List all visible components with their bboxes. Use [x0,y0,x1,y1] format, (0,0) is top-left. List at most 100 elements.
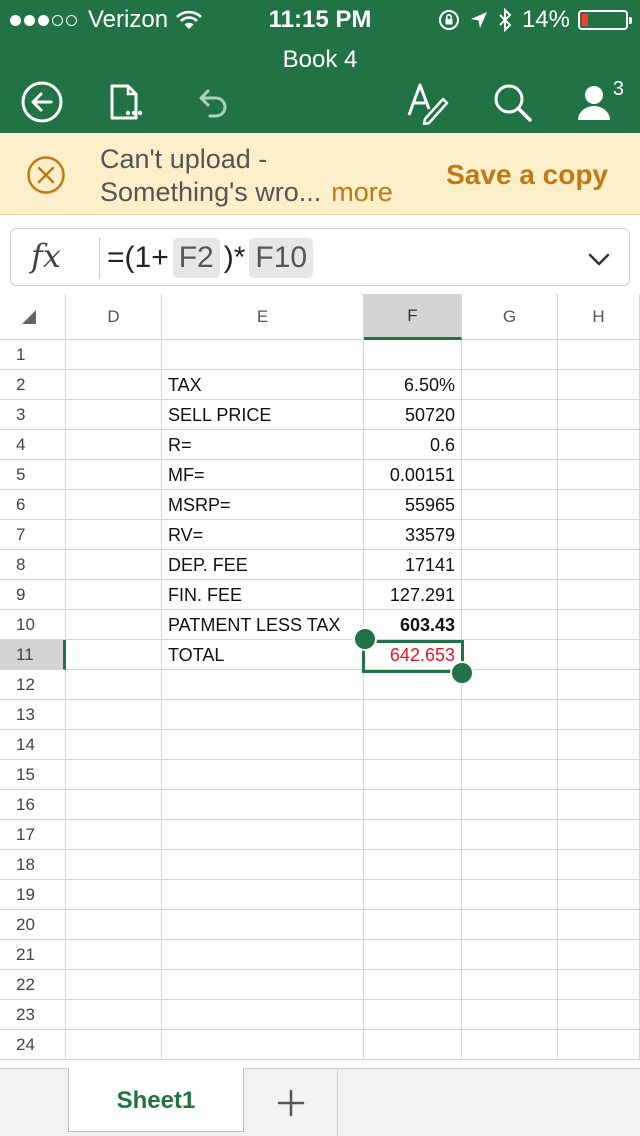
row-header[interactable]: 6 [0,490,66,520]
cell-empty[interactable] [66,820,162,850]
cell-value[interactable] [364,910,462,940]
cell-empty[interactable] [66,940,162,970]
cell-label[interactable]: DEP. FEE [162,550,364,580]
cell-empty[interactable] [66,340,162,370]
cell-empty[interactable] [462,880,558,910]
search-button[interactable] [488,78,536,126]
cell-value[interactable] [364,760,462,790]
cell-value[interactable] [364,820,462,850]
cell-empty[interactable] [462,520,558,550]
sheet-tab-sheet1[interactable]: Sheet1 [68,1068,244,1132]
cell-empty[interactable] [66,550,162,580]
cell-empty[interactable] [558,790,640,820]
cell-label[interactable] [162,1000,364,1030]
row-header[interactable]: 16 [0,790,66,820]
cell-empty[interactable] [66,700,162,730]
cell-label[interactable]: RV= [162,520,364,550]
cell-empty[interactable] [462,790,558,820]
cell-value[interactable] [364,1000,462,1030]
cell-empty[interactable] [462,640,558,670]
cell-empty[interactable] [558,820,640,850]
cell-label[interactable]: TAX [162,370,364,400]
cell-empty[interactable] [558,850,640,880]
cell-empty[interactable] [558,730,640,760]
cell-empty[interactable] [462,430,558,460]
row-header[interactable]: 11 [0,640,66,670]
cell-value[interactable] [364,850,462,880]
row-header[interactable]: 8 [0,550,66,580]
column-header-f[interactable]: F [364,294,462,340]
cell-label[interactable]: TOTAL [162,640,364,670]
cell-value[interactable] [364,340,462,370]
cell-empty[interactable] [462,1030,558,1060]
cell-value[interactable]: 50720 [364,400,462,430]
column-header-g[interactable]: G [462,294,558,340]
cell-empty[interactable] [462,850,558,880]
cell-label[interactable] [162,820,364,850]
cell-label[interactable] [162,940,364,970]
cell-empty[interactable] [66,910,162,940]
selected-cell-f11[interactable] [362,640,464,673]
cell-empty[interactable] [558,430,640,460]
cell-value[interactable]: 0.00151 [364,460,462,490]
cell-empty[interactable] [558,640,640,670]
cell-empty[interactable] [462,550,558,580]
select-all-corner[interactable] [0,294,66,340]
cell-empty[interactable] [462,490,558,520]
cell-empty[interactable] [66,490,162,520]
column-header-d[interactable]: D [66,294,162,340]
cell-empty[interactable] [66,370,162,400]
cell-empty[interactable] [558,910,640,940]
cell-empty[interactable] [66,400,162,430]
column-header-e[interactable]: E [162,294,364,340]
cell-label[interactable]: MSRP= [162,490,364,520]
cell-value[interactable] [364,970,462,1000]
row-header[interactable]: 18 [0,850,66,880]
cell-label[interactable]: PATMENT LESS TAX [162,610,364,640]
cell-label[interactable] [162,880,364,910]
chevron-down-icon[interactable] [587,247,611,271]
cell-empty[interactable] [66,880,162,910]
row-header[interactable]: 9 [0,580,66,610]
cell-empty[interactable] [462,700,558,730]
row-header[interactable]: 1 [0,340,66,370]
cell-empty[interactable] [462,400,558,430]
cell-label[interactable]: R= [162,430,364,460]
cell-empty[interactable] [462,460,558,490]
cell-value[interactable] [364,940,462,970]
cell-empty[interactable] [462,730,558,760]
row-header[interactable]: 10 [0,610,66,640]
cell-label[interactable]: SELL PRICE [162,400,364,430]
cell-label[interactable]: MF= [162,460,364,490]
cell-empty[interactable] [558,490,640,520]
cell-empty[interactable] [66,580,162,610]
cell-value[interactable] [364,880,462,910]
cell-empty[interactable] [558,550,640,580]
text-edit-button[interactable] [402,78,450,126]
selection-handle-top[interactable] [353,627,377,651]
row-header[interactable]: 15 [0,760,66,790]
cell-label[interactable] [162,730,364,760]
cell-value[interactable]: 603.43 [364,610,462,640]
cell-empty[interactable] [558,340,640,370]
cell-label[interactable] [162,670,364,700]
cell-empty[interactable] [66,460,162,490]
undo-button[interactable] [188,78,236,126]
row-header[interactable]: 19 [0,880,66,910]
selection-handle-bottom[interactable] [450,661,474,685]
cell-label[interactable] [162,790,364,820]
cell-empty[interactable] [558,520,640,550]
cell-value[interactable]: 17141 [364,550,462,580]
cell-empty[interactable] [462,970,558,1000]
cell-empty[interactable] [462,820,558,850]
row-header[interactable]: 23 [0,1000,66,1030]
cell-empty[interactable] [462,370,558,400]
row-header[interactable]: 4 [0,430,66,460]
cell-empty[interactable] [558,700,640,730]
cell-empty[interactable] [462,1000,558,1030]
cell-empty[interactable] [66,610,162,640]
cell-empty[interactable] [66,760,162,790]
row-header[interactable]: 17 [0,820,66,850]
cell-empty[interactable] [558,760,640,790]
row-header[interactable]: 20 [0,910,66,940]
